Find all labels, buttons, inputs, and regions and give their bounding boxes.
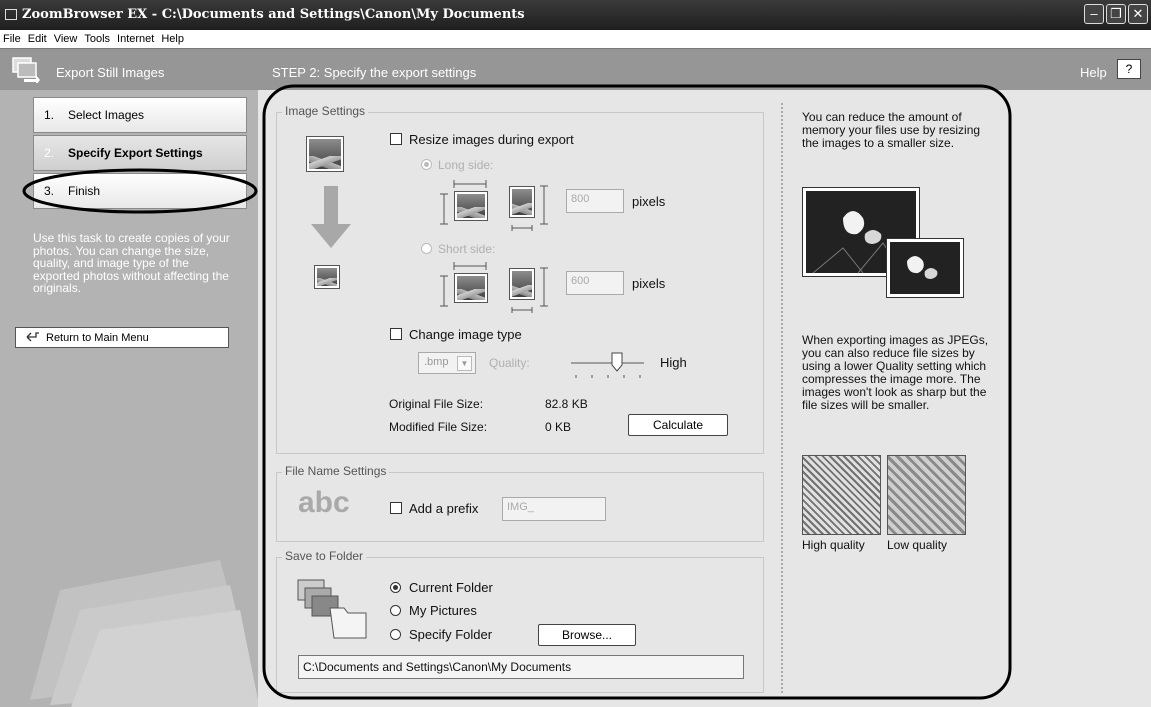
menu-edit[interactable]: Edit xyxy=(25,30,51,45)
step-title: STEP 2: Specify the export settings xyxy=(272,65,477,80)
close-button[interactable]: ✕ xyxy=(1128,4,1148,24)
highlight-outline xyxy=(262,84,1012,700)
step-select-images[interactable]: 1. Select Images xyxy=(33,97,247,133)
menu-tools[interactable]: Tools xyxy=(81,30,114,45)
menu-bar: File Edit View Tools Internet Help xyxy=(0,30,1151,48)
restore-button[interactable]: ❐ xyxy=(1106,4,1126,24)
help-button[interactable]: ? xyxy=(1117,59,1141,79)
window-title: ZoomBrowser EX - C:\Documents and Settin… xyxy=(22,7,525,22)
step-label: Select Images xyxy=(68,108,145,122)
menu-internet[interactable]: Internet xyxy=(114,30,158,45)
highlight-ellipse xyxy=(22,168,258,214)
return-label: Return to Main Menu xyxy=(46,332,149,344)
return-arrow-icon xyxy=(26,332,39,342)
return-to-main-menu-button[interactable]: Return to Main Menu xyxy=(15,327,229,348)
task-title: Export Still Images xyxy=(56,65,165,80)
menu-help[interactable]: Help xyxy=(158,30,188,45)
export-images-icon xyxy=(12,57,40,83)
menu-view[interactable]: View xyxy=(51,30,82,45)
minimize-button[interactable]: – xyxy=(1084,4,1104,24)
step-number: 1. xyxy=(44,108,55,122)
menu-file[interactable]: File xyxy=(0,30,25,45)
app-icon xyxy=(5,9,17,20)
folder-watermark-icon xyxy=(30,560,258,707)
step-number: 2. xyxy=(44,146,55,160)
task-description: Use this task to create copies of your p… xyxy=(33,231,230,295)
step-label: Specify Export Settings xyxy=(68,146,203,160)
help-label: Help xyxy=(1080,65,1107,80)
title-bar: ZoomBrowser EX - C:\Documents and Settin… xyxy=(0,0,1151,30)
